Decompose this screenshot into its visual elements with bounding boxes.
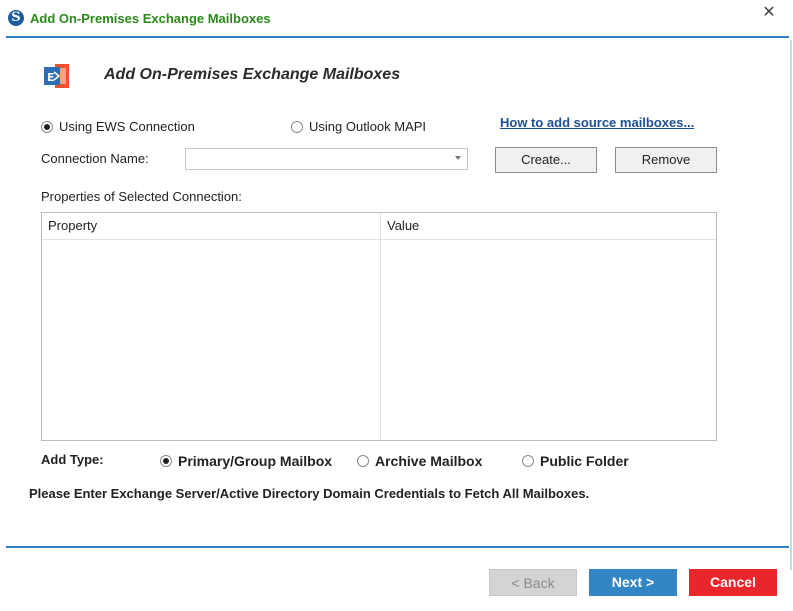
help-link[interactable]: How to add source mailboxes...	[500, 115, 694, 130]
close-icon[interactable]: ✕	[760, 4, 778, 22]
window-edge	[790, 40, 792, 570]
chevron-down-icon[interactable]	[455, 156, 461, 160]
column-header-value[interactable]: Value	[381, 213, 716, 239]
back-button[interactable]: < Back	[489, 569, 577, 596]
radio-public-label: Public Folder	[540, 453, 629, 469]
add-type-label: Add Type:	[41, 452, 104, 467]
radio-outlook-mapi[interactable]: Using Outlook MAPI	[291, 119, 426, 134]
radio-primary-label: Primary/Group Mailbox	[178, 453, 333, 469]
radio-button[interactable]	[291, 120, 303, 133]
app-logo-icon: S	[8, 10, 24, 26]
radio-button-selected[interactable]	[160, 455, 172, 467]
radio-primary-group-mailbox[interactable]: Primary/Group Mailbox	[160, 453, 332, 469]
create-button[interactable]: Create...	[495, 147, 597, 173]
radio-button[interactable]	[522, 455, 534, 467]
radio-mapi-label: Using Outlook MAPI	[309, 119, 427, 134]
svg-text:E: E	[47, 71, 55, 84]
radio-archive-label: Archive Mailbox	[375, 453, 483, 469]
radio-public-folder[interactable]: Public Folder	[522, 453, 629, 469]
page-title: Add On-Premises Exchange Mailboxes	[104, 66, 401, 83]
column-divider	[380, 213, 381, 440]
next-button[interactable]: Next >	[589, 569, 677, 596]
window-title: Add On-Premises Exchange Mailboxes	[30, 11, 271, 26]
title-divider	[6, 36, 789, 38]
connection-name-label: Connection Name:	[41, 151, 149, 166]
radio-ews-label: Using EWS Connection	[59, 119, 195, 134]
connection-name-dropdown[interactable]	[185, 148, 468, 170]
cancel-button[interactable]: Cancel	[689, 569, 777, 596]
column-header-property[interactable]: Property	[42, 213, 380, 239]
credentials-notice: Please Enter Exchange Server/Active Dire…	[29, 486, 590, 501]
radio-archive-mailbox[interactable]: Archive Mailbox	[357, 453, 482, 469]
header-divider	[42, 239, 716, 240]
remove-button[interactable]: Remove	[615, 147, 717, 173]
properties-table[interactable]: Property Value	[41, 212, 717, 441]
radio-button-selected[interactable]	[41, 120, 53, 133]
properties-label: Properties of Selected Connection:	[41, 189, 242, 204]
footer-divider	[6, 546, 789, 548]
radio-button[interactable]	[357, 455, 369, 467]
radio-ews-connection[interactable]: Using EWS Connection	[41, 119, 195, 134]
exchange-icon: E	[41, 61, 71, 91]
